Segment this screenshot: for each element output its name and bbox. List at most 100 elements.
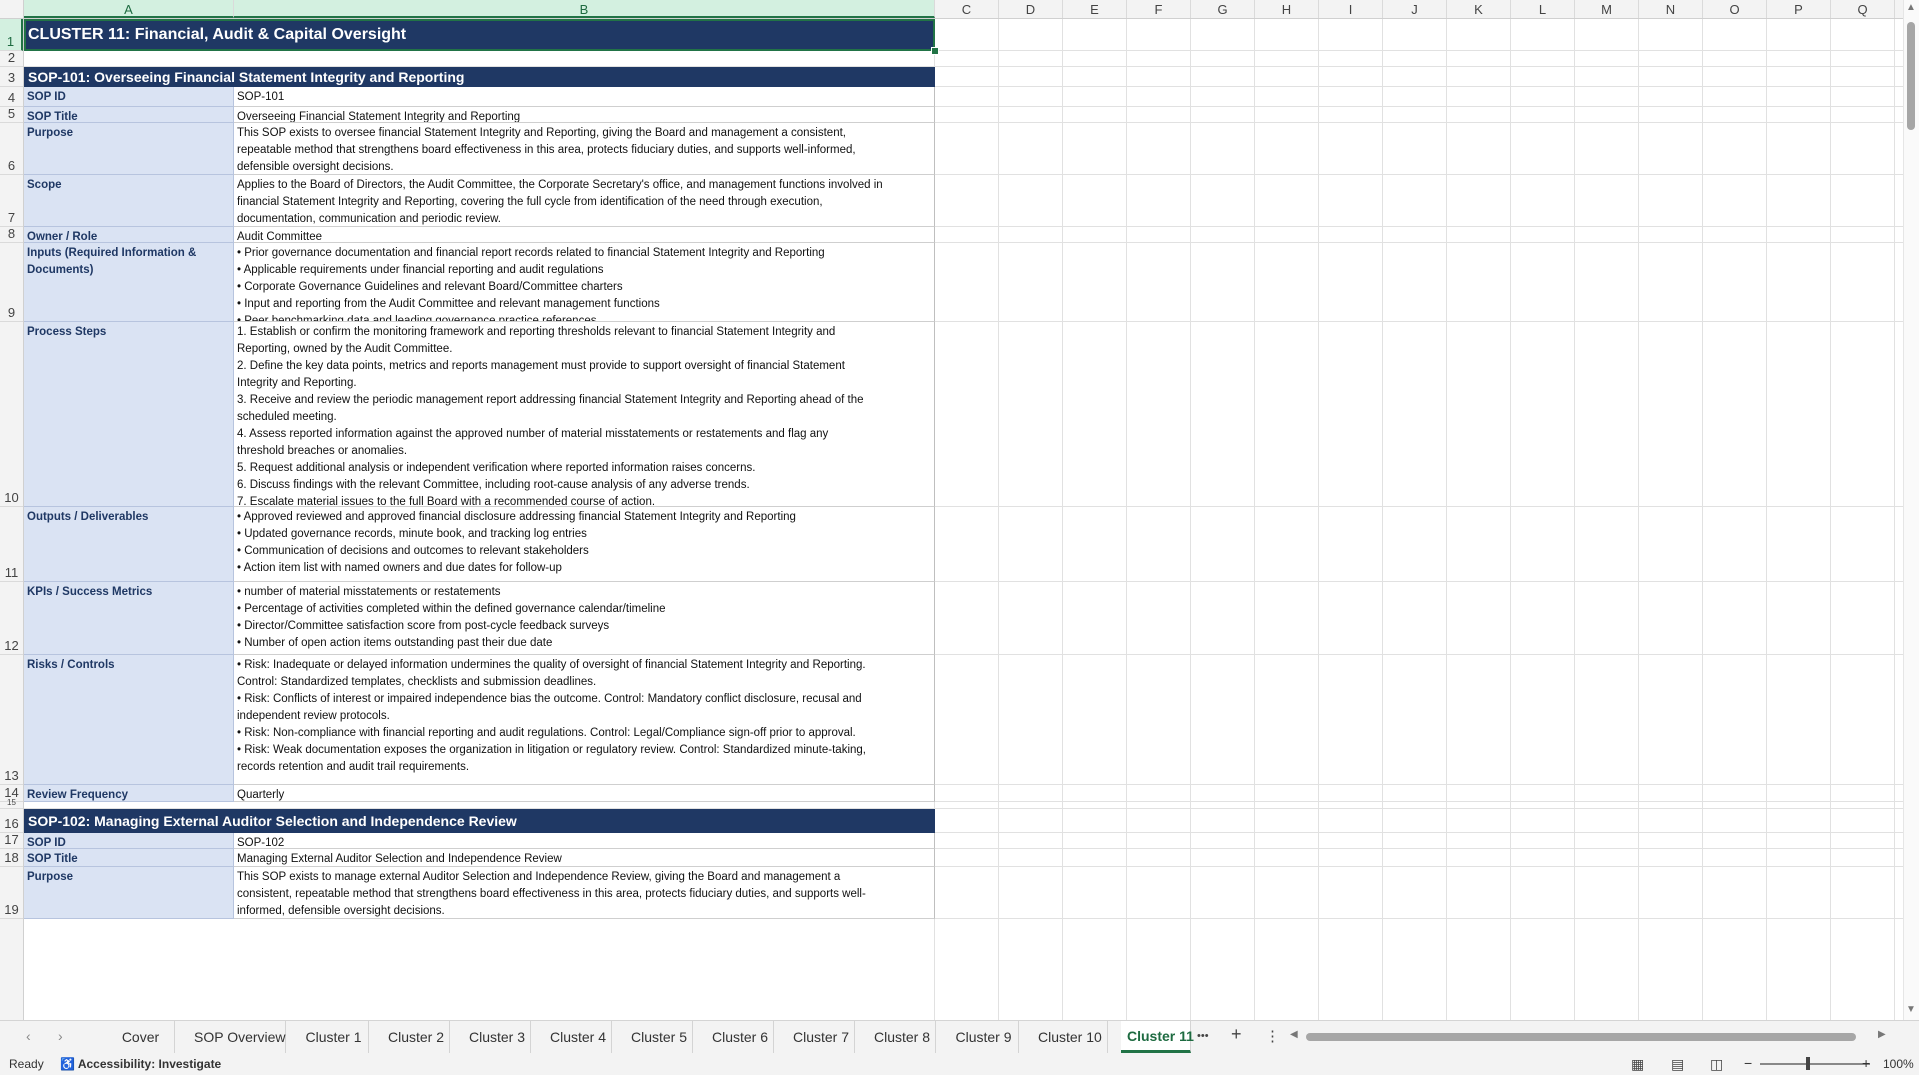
column-header-n[interactable]: N [1639,0,1703,18]
sop101-purpose-value-cell[interactable]: This SOP exists to oversee financial Sta… [234,123,935,175]
sop101-sop-id-label-cell[interactable]: SOP ID [24,87,234,107]
column-header-i[interactable]: I [1319,0,1383,18]
sop101-review-frequency-label-cell[interactable]: Review Frequency [24,785,234,802]
zoom-slider-knob[interactable] [1806,1057,1810,1070]
column-header-q[interactable]: Q [1831,0,1895,18]
sop101-inputs-required-information-documents-label-cell[interactable]: Inputs (Required Information & Documents… [24,243,234,322]
scroll-left-icon[interactable]: ◀ [1290,1029,1298,1040]
sheet-tab-cover[interactable]: Cover [107,1021,175,1053]
scroll-down-icon[interactable]: ▼ [1906,1004,1916,1015]
vertical-scroll-thumb[interactable] [1907,22,1915,130]
column-header-c[interactable]: C [935,0,999,18]
scroll-right-icon[interactable]: ▶ [1878,1029,1886,1040]
horizontal-scrollbar[interactable]: ◀ ▶ [1290,1029,1890,1043]
row-header-5[interactable]: 5 [0,106,23,123]
sop101-risks-controls-value-cell[interactable]: • Risk: Inadequate or delayed informatio… [234,655,935,785]
column-header-d[interactable]: D [999,0,1063,18]
page-layout-view-icon[interactable]: ▤ [1671,1056,1684,1073]
fill-handle[interactable] [931,47,939,55]
column-header-m[interactable]: M [1575,0,1639,18]
sheet-tab-cluster-1[interactable]: Cluster 1 [299,1021,369,1053]
sheet-tab-cluster-10[interactable]: Cluster 10 [1032,1021,1108,1053]
sop101-outputs-deliverables-value-cell[interactable]: • Approved reviewed and approved financi… [234,507,935,582]
sheet-tab-sop-overview[interactable]: SOP Overview [188,1021,286,1053]
sheet-tab-cluster-8[interactable]: Cluster 8 [868,1021,936,1053]
sop101-scope-value-cell[interactable]: Applies to the Board of Directors, the A… [234,175,935,227]
row-header-2[interactable]: 2 [0,50,23,67]
column-header-o[interactable]: O [1703,0,1767,18]
row-header-16[interactable]: 16 [0,809,23,833]
row-header-11[interactable]: 11 [0,507,23,582]
sop101-process-steps-value-cell[interactable]: 1. Establish or confirm the monitoring f… [234,322,935,507]
sop102-sop-id-label-cell[interactable]: SOP ID [24,833,234,849]
sop101-sop-title-label-cell[interactable]: SOP Title [24,107,234,123]
tab-scroll-left-icon[interactable]: ‹ [26,1028,31,1044]
column-header-b[interactable]: B [234,0,935,18]
zoom-in-button[interactable]: + [1862,1055,1870,1071]
row-header-12[interactable]: 12 [0,582,23,655]
sop102-purpose-value-cell[interactable]: This SOP exists to manage external Audit… [234,867,935,919]
add-sheet-button[interactable]: + [1231,1024,1242,1045]
sop101-outputs-deliverables-label-cell[interactable]: Outputs / Deliverables [24,507,234,582]
row-header-13[interactable]: 13 [0,655,23,785]
zoom-out-button[interactable]: − [1744,1055,1752,1071]
sop101-purpose-label-cell[interactable]: Purpose [24,123,234,175]
sheet-tab-cluster-6[interactable]: Cluster 6 [706,1021,774,1053]
row-header-8[interactable]: 8 [0,226,23,243]
row-header-7[interactable]: 7 [0,175,23,227]
sop101-scope-label-cell[interactable]: Scope [24,175,234,227]
sop101-process-steps-label-cell[interactable]: Process Steps [24,322,234,507]
sop102-sop-title-label-cell[interactable]: SOP Title [24,849,234,867]
sheet-tab-cluster-5[interactable]: Cluster 5 [625,1021,693,1053]
row-header-15[interactable]: 15 [0,798,23,809]
column-header-e[interactable]: E [1063,0,1127,18]
sop-102-header[interactable]: SOP-102: Managing External Auditor Selec… [24,809,935,833]
column-header-g[interactable]: G [1191,0,1255,18]
select-all-corner[interactable] [0,0,24,19]
sop-101-header[interactable]: SOP-101: Overseeing Financial Statement … [24,67,935,87]
row-header-4[interactable]: 4 [0,87,23,107]
cluster-title-cell[interactable]: CLUSTER 11: Financial, Audit & Capital O… [24,19,935,51]
page-break-view-icon[interactable]: ◫ [1710,1056,1723,1073]
row-header-18[interactable]: 18 [0,849,23,867]
sop101-kpis-success-metrics-value-cell[interactable]: • number of material misstatements or re… [234,582,935,655]
zoom-level[interactable]: 100% [1883,1057,1914,1071]
row-header-1[interactable]: 1 [0,19,23,51]
sop101-kpis-success-metrics-label-cell[interactable]: KPIs / Success Metrics [24,582,234,655]
sop101-owner-role-label-cell[interactable]: Owner / Role [24,227,234,243]
more-sheets-button[interactable]: ••• [1197,1030,1209,1042]
row-header-17[interactable]: 17 [0,832,23,849]
sheet-tab-cluster-2[interactable]: Cluster 2 [382,1021,450,1053]
column-header-h[interactable]: H [1255,0,1319,18]
sheet-tab-cluster-4[interactable]: Cluster 4 [544,1021,612,1053]
zoom-slider[interactable] [1760,1063,1870,1065]
sheet-options-button[interactable]: ⋮ [1265,1027,1280,1045]
column-header-l[interactable]: L [1511,0,1575,18]
sop102-sop-id-value-cell[interactable]: SOP-102 [234,833,935,849]
sheet-tab-cluster-3[interactable]: Cluster 3 [463,1021,531,1053]
sop101-inputs-required-information-documents-value-cell[interactable]: • Prior governance documentation and fin… [234,243,935,322]
normal-view-icon[interactable]: ▦ [1631,1056,1644,1073]
vertical-scrollbar[interactable]: ▲ ▼ [1903,0,1919,1020]
horizontal-scroll-thumb[interactable] [1306,1033,1856,1041]
row-header-10[interactable]: 10 [0,322,23,507]
scroll-up-icon[interactable]: ▲ [1906,2,1916,13]
sop101-owner-role-value-cell[interactable]: Audit Committee [234,227,935,243]
column-header-k[interactable]: K [1447,0,1511,18]
sop102-purpose-label-cell[interactable]: Purpose [24,867,234,919]
sop101-sop-id-value-cell[interactable]: SOP-101 [234,87,935,107]
tab-scroll-right-icon[interactable]: › [58,1028,63,1044]
column-header-f[interactable]: F [1127,0,1191,18]
row-header-6[interactable]: 6 [0,123,23,175]
sop101-review-frequency-value-cell[interactable]: Quarterly [234,785,935,802]
accessibility-status[interactable]: ♿ Accessibility: Investigate [60,1057,221,1071]
column-header-p[interactable]: P [1767,0,1831,18]
row-header-19[interactable]: 19 [0,867,23,919]
sop101-risks-controls-label-cell[interactable]: Risks / Controls [24,655,234,785]
sheet-tab-cluster-11[interactable]: Cluster 11 [1121,1021,1194,1053]
row-header-3[interactable]: 3 [0,67,23,87]
sop101-sop-title-value-cell[interactable]: Overseeing Financial Statement Integrity… [234,107,935,123]
sop102-sop-title-value-cell[interactable]: Managing External Auditor Selection and … [234,849,935,867]
sheet-tab-cluster-9[interactable]: Cluster 9 [949,1021,1019,1053]
sheet-tab-cluster-7[interactable]: Cluster 7 [787,1021,855,1053]
